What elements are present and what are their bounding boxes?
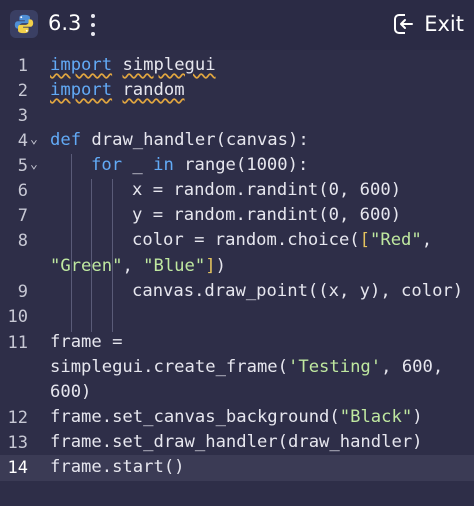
code-bracket: [ <box>359 230 371 250</box>
code-editor[interactable]: 1 2 3 4 ⌄ 5 ⌄ 6 7 8 9 10 11 12 13 14 imp… <box>0 50 474 506</box>
code-token: canvas.draw_point((x, y), color) <box>132 281 464 301</box>
line-number: 2 <box>17 81 28 101</box>
fold-chevron-icon[interactable]: ⌄ <box>30 132 38 147</box>
code-token-string: 'Testing' <box>288 357 382 377</box>
code-line[interactable]: import random <box>50 80 185 100</box>
line-number: 11 <box>7 333 28 353</box>
code-token: frame.start() <box>50 457 185 477</box>
page-title: 6.3 <box>48 11 82 35</box>
line-number: 4 <box>17 131 28 151</box>
exit-label: Exit <box>424 12 464 36</box>
code-token: ) <box>215 256 226 276</box>
code-token: 600) <box>50 382 92 402</box>
line-number: 3 <box>17 106 28 126</box>
code-line[interactable]: color = random.choice(["Red", <box>132 230 432 250</box>
code-token-string: "Blue" <box>143 256 206 276</box>
code-line[interactable]: def draw_handler(canvas): <box>50 130 309 150</box>
code-line[interactable]: x = random.randint(0, 600) <box>132 180 401 200</box>
line-number: 7 <box>17 206 28 226</box>
exit-button[interactable]: Exit <box>392 10 464 38</box>
code-token-keyword: import <box>50 55 113 75</box>
code-token: range(1000): <box>173 155 309 175</box>
code-token: , <box>122 256 144 276</box>
code-token-string: "Red" <box>370 230 422 250</box>
code-token: draw_handler(canvas): <box>81 130 309 150</box>
code-token: frame = <box>50 332 123 352</box>
code-token-string: "Green" <box>50 256 123 276</box>
kebab-menu-icon[interactable] <box>86 12 100 38</box>
code-token-keyword: import <box>50 80 113 100</box>
code-token: , 600, <box>381 357 444 377</box>
python-logo-icon <box>10 10 38 38</box>
code-line[interactable]: frame.set_canvas_background("Black") <box>50 407 423 427</box>
line-number: 10 <box>7 307 28 327</box>
code-token: y = random.randint(0, 600) <box>132 205 402 225</box>
code-line[interactable]: y = random.randint(0, 600) <box>132 205 401 225</box>
indent-guide <box>71 154 72 332</box>
line-number: 12 <box>7 408 28 428</box>
code-token-keyword: def <box>50 130 82 150</box>
line-number: 9 <box>17 282 28 302</box>
exit-icon <box>394 14 415 34</box>
code-line[interactable]: for _ in range(1000): <box>91 155 308 175</box>
line-number: 8 <box>17 231 28 251</box>
code-token: random <box>122 80 185 100</box>
code-bracket: ] <box>205 256 216 276</box>
code-line[interactable]: "Green", "Blue"]) <box>50 256 226 276</box>
code-token: , <box>421 230 433 250</box>
code-token: ) <box>412 407 423 427</box>
line-number: 5 <box>17 156 28 176</box>
fold-chevron-icon[interactable]: ⌄ <box>30 157 38 172</box>
code-token: _ <box>122 155 154 175</box>
code-token: x = random.randint(0, 600) <box>132 180 402 200</box>
code-token-keyword: for <box>91 155 123 175</box>
code-line[interactable]: frame.set_draw_handler(draw_handler) <box>50 432 423 452</box>
code-token-keyword: in <box>153 155 174 175</box>
code-line[interactable]: canvas.draw_point((x, y), color) <box>132 281 463 301</box>
code-token: frame.set_draw_handler(draw_handler) <box>50 432 423 452</box>
code-line[interactable]: frame.start() <box>50 457 185 477</box>
top-bar: 6.3 Exit <box>0 0 474 48</box>
code-token: frame.set_canvas_background( <box>50 407 340 427</box>
line-number: 14 <box>7 458 28 478</box>
code-token-string: "Black" <box>339 407 413 427</box>
line-number: 6 <box>17 181 28 201</box>
code-token: color = random.choice( <box>132 230 360 250</box>
line-number: 1 <box>17 56 28 76</box>
code-token: simplegui.create_frame( <box>50 357 288 377</box>
code-token: simplegui <box>122 55 216 75</box>
code-line[interactable]: simplegui.create_frame('Testing', 600, <box>50 357 443 377</box>
code-line[interactable]: 600) <box>50 382 91 402</box>
code-line[interactable]: frame = <box>50 332 122 352</box>
code-line[interactable]: import simplegui <box>50 55 216 75</box>
line-number: 13 <box>7 433 28 453</box>
